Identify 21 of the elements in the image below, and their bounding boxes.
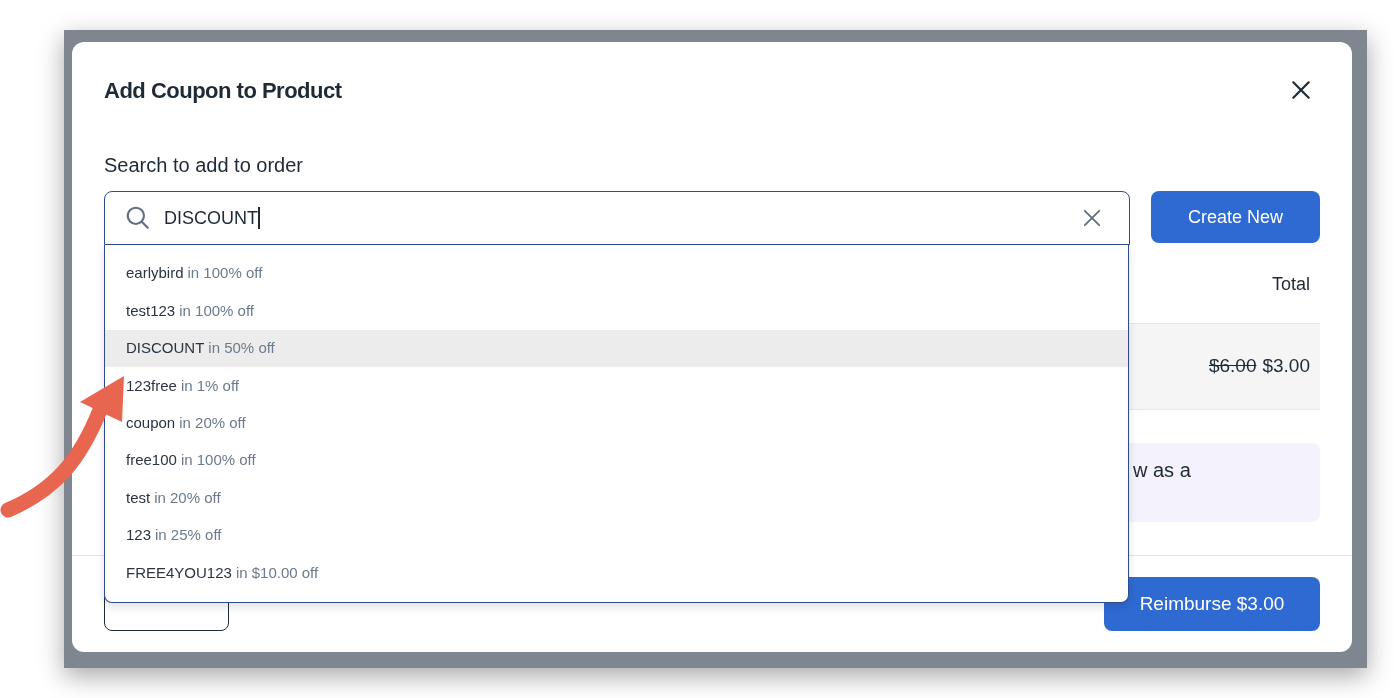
note-text: w as a <box>1133 459 1191 481</box>
price: $3.00 <box>1262 354 1310 379</box>
search-icon <box>125 205 151 231</box>
create-new-button[interactable]: Create New <box>1151 191 1320 243</box>
original-price: $6.00 <box>1208 354 1257 379</box>
dropdown-item[interactable]: test123 in 100% off <box>105 292 1128 330</box>
dropdown-item[interactable]: free100 in 100% off <box>105 441 1128 480</box>
dropdown-item[interactable]: test in 20% off <box>105 479 1128 517</box>
dropdown-item[interactable]: DISCOUNT in 50% off <box>105 329 1128 368</box>
close-icon[interactable] <box>1290 79 1312 101</box>
dropdown-item[interactable]: FREE4YOU123 in $10.00 off <box>105 554 1128 592</box>
dropdown-item[interactable]: earlybird in 100% off <box>105 255 1128 293</box>
dialog-title: Add Coupon to Product <box>104 76 342 105</box>
field-label: Search to add to order <box>104 153 304 178</box>
search-field[interactable]: DISCOUNT <box>104 191 1130 245</box>
dropdown-item[interactable]: coupon in 20% off <box>105 404 1128 442</box>
clear-icon[interactable] <box>1083 209 1101 227</box>
reimburse-button[interactable]: Reimburse $3.00 <box>1104 577 1320 631</box>
dropdown-item[interactable]: 123 in 25% off <box>105 516 1128 555</box>
dropdown-item[interactable]: 123free in 1% off <box>105 367 1128 405</box>
column-header: Total <box>1271 272 1310 296</box>
